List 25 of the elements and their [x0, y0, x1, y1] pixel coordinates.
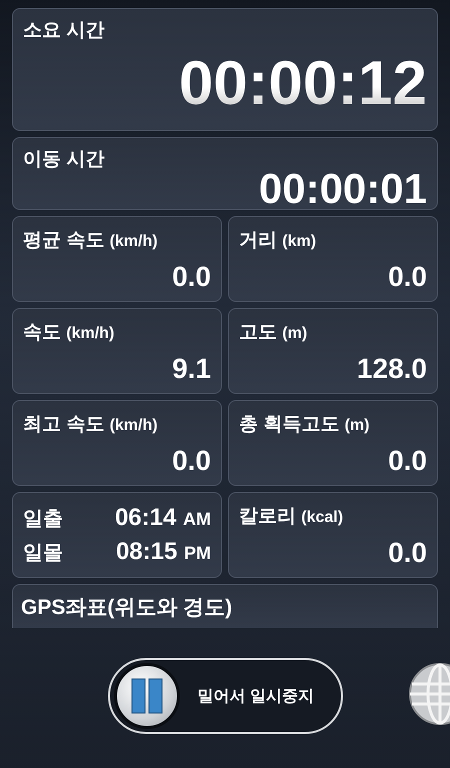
moving-time-label: 이동 시간	[23, 148, 106, 172]
sun-label: 일출	[23, 507, 63, 532]
stat-value: 0.0	[388, 537, 427, 569]
stat-value: 128.0	[356, 353, 427, 385]
stat-label: 속도 (km/h)	[23, 321, 116, 345]
stat-value: 0.0	[388, 445, 427, 477]
pause-knob-icon[interactable]	[114, 663, 180, 729]
stat-value: 9.1	[172, 353, 211, 385]
stat-label: 평균 속도 (km/h)	[23, 229, 159, 253]
stat-value: 0.0	[172, 261, 211, 293]
stat-label: 거리 (km)	[239, 229, 318, 253]
gps-label: GPS좌표(위도와 경도)	[21, 595, 234, 621]
stat-label: 총 획득고도 (m)	[239, 413, 370, 437]
elapsed-time-label: 소요 시간	[23, 19, 106, 43]
stat-value: 0.0	[172, 445, 211, 477]
moving-time-value: 00:00:01	[258, 168, 427, 210]
stat-label: 최고 속도 (km/h)	[23, 413, 159, 437]
sun-time: 08:15 PM	[116, 538, 211, 566]
stat-label: 칼로리 (kcal)	[239, 505, 344, 529]
stat-label: 고도 (m)	[239, 321, 308, 345]
slide-to-pause-control[interactable]: 밀어서 일시중지	[108, 658, 342, 734]
sun-label: 일몰	[23, 541, 63, 566]
sun-time: 06:14 AM	[114, 504, 211, 532]
stat-value: 0.0	[388, 261, 427, 293]
globe-icon[interactable]	[408, 662, 450, 726]
